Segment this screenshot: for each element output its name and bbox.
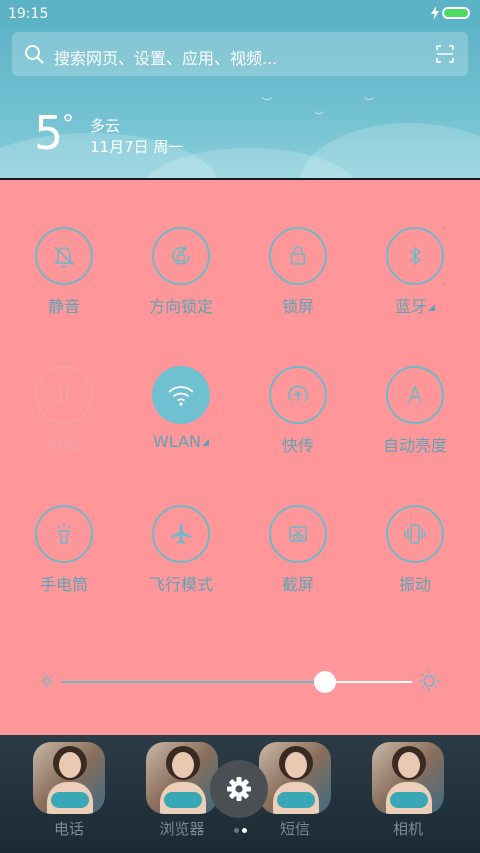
toggle-label: 方向锁定 [148, 297, 213, 316]
wifi-icon [168, 386, 194, 406]
clock: 19:15 [8, 6, 49, 22]
search-placeholder: 搜索网页、设置、应用、视频... [54, 49, 278, 68]
lock-icon [290, 246, 306, 265]
page-indicator-dot [234, 828, 239, 833]
toggle-label: 自动亮度 [382, 436, 447, 455]
slider-thumb[interactable] [313, 671, 336, 693]
brightness-high-icon [418, 670, 440, 692]
toggle-circle [152, 366, 210, 424]
weather-date: 11月7日 周一 [90, 138, 184, 156]
weather-temperature: 5 [34, 106, 64, 160]
status-bar: 19:15 [0, 0, 480, 28]
toggle-auto-brightness[interactable]: 自动亮度 [365, 366, 465, 456]
battery-icon [442, 7, 470, 19]
toggle-vibrate[interactable]: 振动 [365, 505, 465, 595]
toggle-rotation-lock[interactable]: 方向锁定 [131, 227, 231, 317]
quick-settings-panel: 静音 方向锁定 锁屏 蓝牙 数据 WLAN 快传 自动亮度 手电筒 飞行模式 截… [0, 180, 480, 735]
vibrate-icon [404, 524, 426, 544]
bell-off-icon [54, 246, 74, 269]
toggle-bluetooth[interactable]: 蓝牙 [365, 227, 465, 317]
toggle-circle [269, 505, 327, 563]
bird-decoration: ︶ [364, 98, 374, 109]
rotation-lock-icon [172, 245, 190, 265]
toggle-label: 手电筒 [39, 575, 88, 594]
dock-app-phone[interactable]: 电话 [33, 742, 105, 839]
toggle-circle [386, 227, 444, 285]
toggle-label: 数据 [47, 436, 80, 455]
flashlight-icon [57, 524, 71, 544]
bird-decoration: ︶ [314, 112, 324, 123]
toggle-label-wrap: 蓝牙 [365, 293, 465, 317]
launcher-header: ︶ ︶ ︶ 搜索网页、设置、应用、视频... 5 ° 多云 11月7日 周一 [0, 28, 480, 178]
toggle-label: 锁屏 [281, 297, 314, 316]
page-indicator-dot-active [242, 828, 247, 833]
screenshot-icon [289, 526, 307, 542]
dock-app-messages[interactable]: 短信 [259, 742, 331, 839]
toggle-label: 振动 [398, 575, 431, 594]
airplane-icon [171, 524, 191, 544]
toggle-circle [152, 505, 210, 563]
toggle-mobile-data[interactable]: 数据 [14, 366, 114, 456]
app-label: 相机 [392, 820, 423, 838]
app-label: 电话 [53, 820, 84, 838]
quick-transfer-icon [288, 385, 308, 402]
dock-app-browser[interactable]: 浏览器 [146, 742, 218, 839]
toggle-label: WLAN [152, 432, 201, 451]
brightness-low-icon [40, 674, 54, 688]
search-icon [25, 45, 44, 64]
app-label: 短信 [279, 820, 310, 838]
degree-symbol: ° [62, 110, 74, 138]
app-icon-phone [33, 742, 105, 814]
weather-condition: 多云 [90, 117, 121, 135]
toggle-label: 截屏 [281, 575, 314, 594]
bird-decoration: ︶ [262, 98, 272, 109]
toggle-circle [386, 366, 444, 424]
toggle-circle [35, 366, 93, 424]
toggle-silent[interactable]: 静音 [14, 227, 114, 317]
toggle-airplane-mode[interactable]: 飞行模式 [131, 505, 231, 595]
toggle-circle [269, 227, 327, 285]
toggle-quick-transfer[interactable]: 快传 [248, 366, 348, 456]
search-bar[interactable]: 搜索网页、设置、应用、视频... [12, 32, 468, 76]
brightness-slider[interactable] [40, 668, 440, 696]
scan-icon[interactable] [436, 45, 454, 63]
toggle-lock-screen[interactable]: 锁屏 [248, 227, 348, 317]
toggle-wlan[interactable]: WLAN [131, 366, 231, 451]
toggle-label: 快传 [281, 436, 314, 455]
toggle-screenshot[interactable]: 截屏 [248, 505, 348, 595]
toggle-label: 静音 [47, 297, 80, 316]
toggle-circle [269, 366, 327, 424]
toggle-flashlight[interactable]: 手电筒 [14, 505, 114, 595]
toggle-label: 蓝牙 [394, 297, 427, 316]
toggle-circle [152, 227, 210, 285]
toggle-circle [35, 227, 93, 285]
bluetooth-icon [409, 246, 422, 266]
toggle-circle [35, 505, 93, 563]
dock-app-camera[interactable]: 相机 [372, 742, 444, 839]
mobile-data-icon [57, 386, 71, 404]
toggle-label: 飞行模式 [148, 575, 213, 594]
settings-button[interactable] [210, 760, 268, 818]
app-icon-browser [146, 742, 218, 814]
expand-triangle-icon[interactable] [202, 439, 209, 446]
charging-icon [431, 6, 439, 20]
app-icon-camera [372, 742, 444, 814]
toggle-label-wrap: WLAN [131, 432, 231, 451]
expand-triangle-icon[interactable] [428, 304, 435, 311]
gear-icon [227, 777, 251, 801]
slider-track-filled [62, 681, 325, 683]
app-icon-messages [259, 742, 331, 814]
slider-track [324, 681, 412, 683]
toggle-circle [386, 505, 444, 563]
app-label: 浏览器 [159, 820, 205, 838]
auto-brightness-icon [408, 384, 422, 404]
